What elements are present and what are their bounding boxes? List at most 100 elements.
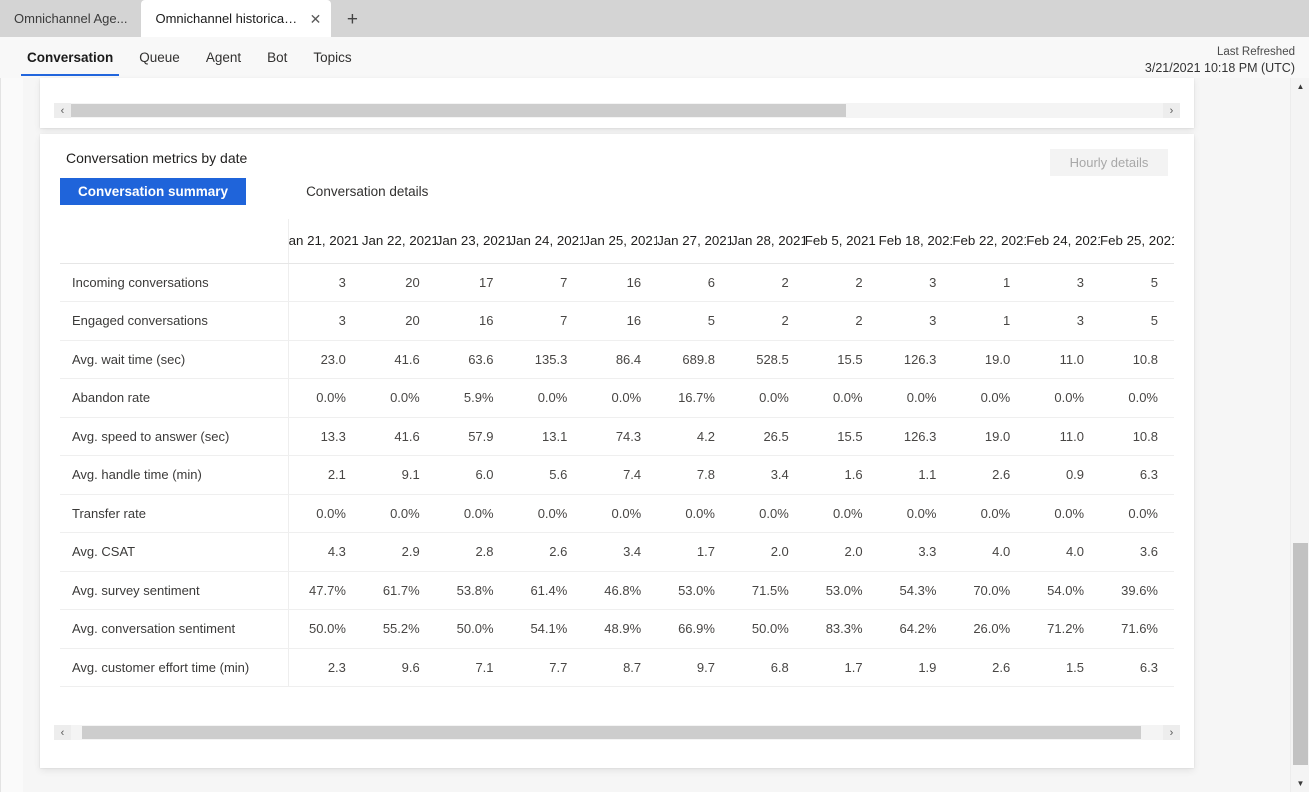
table-cell: 16.7% (657, 378, 731, 418)
table-cell: 16 (435, 301, 510, 341)
table-cell: 2.0 (804, 532, 879, 572)
hourly-details-button[interactable]: Hourly details (1050, 149, 1168, 176)
table-row-header: Abandon rate (60, 378, 289, 418)
table-cell: 6.8 (730, 648, 805, 687)
pivot-label: Conversation summary (78, 184, 229, 199)
table-column-header[interactable]: Jan 27, 2021 (657, 219, 731, 264)
browser-tab-strip: Omnichannel Age... Omnichannel historica… (0, 0, 1309, 37)
table-cell: 23.0 (288, 340, 362, 379)
chevron-right-icon[interactable]: › (1163, 103, 1180, 118)
table-cell: 3.4 (730, 455, 805, 495)
table-horizontal-scrollbar[interactable]: ‹ › (54, 725, 1180, 740)
table-cell: 0.0% (657, 494, 731, 533)
scroll-track[interactable] (71, 103, 1163, 118)
table-row[interactable]: Avg. CSAT 4.3 2.9 2.8 2.6 3.4 1.7 2.0 2.0 3.3 4.0 4… (60, 532, 1174, 572)
table-cell: 0.0% (509, 494, 584, 533)
table-cell: 61.4% (509, 571, 584, 610)
table-column-header[interactable]: Feb 22, 2021 (952, 219, 1027, 264)
table-cell: 2 (804, 263, 879, 302)
table-cell: 1 (952, 263, 1027, 302)
table-cell: 1.7 (804, 648, 879, 687)
plus-icon[interactable]: + (337, 4, 367, 34)
table-cell: 1.7 (657, 532, 731, 572)
table-cell: 2 (730, 263, 805, 302)
chevron-right-icon[interactable]: › (1163, 725, 1180, 740)
tab-label: Topics (313, 50, 352, 65)
table-column-header[interactable]: Jan 22, 2021 (361, 219, 436, 264)
table-cell: 11.0 (1026, 340, 1101, 379)
scroll-track[interactable] (71, 725, 1163, 740)
table-cell: 0.0% (1026, 378, 1101, 418)
table-cell: 47.7% (288, 571, 362, 610)
scroll-thumb[interactable] (1293, 543, 1308, 765)
table-cell: 57.9 (435, 417, 510, 456)
conversation-metrics-card: Conversation metrics by date Hourly deta… (40, 134, 1194, 768)
table-row[interactable]: Avg. customer effort time (min) 2.3 9.6 7.1… (60, 648, 1174, 687)
table-row[interactable]: Incoming conversations 3 20 17 7 16 6 2 2 3 1 3 5 (60, 263, 1174, 302)
table-column-header[interactable]: Jan 25, 2021 (583, 219, 658, 264)
pivot-conversation-summary[interactable]: Conversation summary (60, 178, 247, 205)
tab-queue[interactable]: Queue (126, 37, 193, 78)
table-cell: 26.0% (952, 609, 1027, 649)
table-cell: 1.6 (804, 455, 879, 495)
pivot-label: Conversation details (306, 184, 429, 199)
pivot-conversation-details[interactable]: Conversation details (288, 178, 446, 205)
tab-agent[interactable]: Agent (193, 37, 254, 78)
table-column-header[interactable]: Jan 23, 2021 (435, 219, 510, 264)
table-column-header[interactable]: Jan 24, 2021 (509, 219, 584, 264)
table-cell: 7.8 (657, 455, 731, 495)
table-row[interactable]: Avg. speed to answer (sec) 13.3 41.6 57.9 13… (60, 417, 1174, 456)
table-cell: 0.9 (1026, 455, 1101, 495)
table-column-header[interactable]: Feb 24, 2021 (1026, 219, 1101, 264)
table-column-header[interactable]: Feb 5, 2021 (804, 219, 879, 264)
table-row-header: Avg. survey sentiment (60, 571, 289, 610)
table-cell: 7.1 (435, 648, 510, 687)
metrics-table: an 21, 2021 Jan 22, 2021 Jan 23, 2021 Jan 2… (60, 219, 1174, 687)
chart-card-horizontal-scrollbar[interactable]: ‹ › (54, 103, 1180, 118)
table-cell: 46.8% (583, 571, 658, 610)
tab-bot[interactable]: Bot (254, 37, 300, 78)
table-row[interactable]: Transfer rate 0.0% 0.0% 0.0% 0.0% 0.0% 0.0% 0.0… (60, 494, 1174, 533)
table-cell: 2 (804, 301, 879, 341)
table-row[interactable]: Avg. handle time (min) 2.1 9.1 6.0 5.6 7.4 7.8… (60, 455, 1174, 495)
table-cell: 15.5 (804, 417, 879, 456)
table-cell: 7.7 (509, 648, 584, 687)
browser-tab-inactive[interactable]: Omnichannel Age... (0, 0, 141, 37)
table-cell: 17 (435, 263, 510, 302)
table-cell: 0.0% (1100, 494, 1174, 533)
chevron-left-icon[interactable]: ‹ (54, 725, 71, 740)
table-cell: 10.8 (1100, 417, 1174, 456)
tab-conversation[interactable]: Conversation (14, 37, 126, 78)
scroll-down-icon[interactable]: ▼ (1291, 775, 1309, 792)
table-column-header[interactable]: Feb 25, 2021 (1100, 219, 1174, 264)
table-cell: 55.2% (361, 609, 436, 649)
page-vertical-scrollbar[interactable]: ▲ ▼ (1290, 78, 1309, 792)
table-row[interactable]: Engaged conversations 3 20 16 7 16 5 2 2 3 1 3 5 (60, 301, 1174, 341)
table-row[interactable]: Abandon rate 0.0% 0.0% 5.9% 0.0% 0.0% 16.7% 0.0… (60, 378, 1174, 418)
chevron-left-icon[interactable]: ‹ (54, 103, 71, 118)
table-cell: 9.7 (657, 648, 731, 687)
table-cell: 39.6% (1100, 571, 1174, 610)
table-cell: 2.1 (288, 455, 362, 495)
table-column-header[interactable]: Feb 18, 2021 (878, 219, 953, 264)
table-row-header: Avg. CSAT (60, 532, 289, 572)
table-cell: 5 (1100, 263, 1174, 302)
table-row[interactable]: Avg. conversation sentiment 50.0% 55.2% 50.… (60, 609, 1174, 649)
close-icon[interactable]: ✕ (308, 10, 324, 28)
table-row-header: Incoming conversations (60, 263, 289, 302)
scroll-thumb[interactable] (81, 726, 1142, 739)
table-cell: 0.0% (361, 378, 436, 418)
table-column-header[interactable]: Jan 28, 2021 (730, 219, 805, 264)
tab-topics[interactable]: Topics (300, 37, 364, 78)
scroll-up-icon[interactable]: ▲ (1291, 78, 1309, 95)
table-cell: 13.1 (509, 417, 584, 456)
browser-tab-active[interactable]: Omnichannel historical an... ✕ (141, 0, 332, 37)
table-cell: 0.0% (435, 494, 510, 533)
table-row[interactable]: Avg. survey sentiment 47.7% 61.7% 53.8% 61.4… (60, 571, 1174, 610)
table-cell: 3 (878, 301, 953, 341)
scroll-thumb[interactable] (71, 104, 847, 117)
table-column-header[interactable]: an 21, 2021 (288, 219, 362, 264)
table-cell: 26.5 (730, 417, 805, 456)
table-row[interactable]: Avg. wait time (sec) 23.0 41.6 63.6 135.3 86.… (60, 340, 1174, 379)
table-row-header: Transfer rate (60, 494, 289, 533)
